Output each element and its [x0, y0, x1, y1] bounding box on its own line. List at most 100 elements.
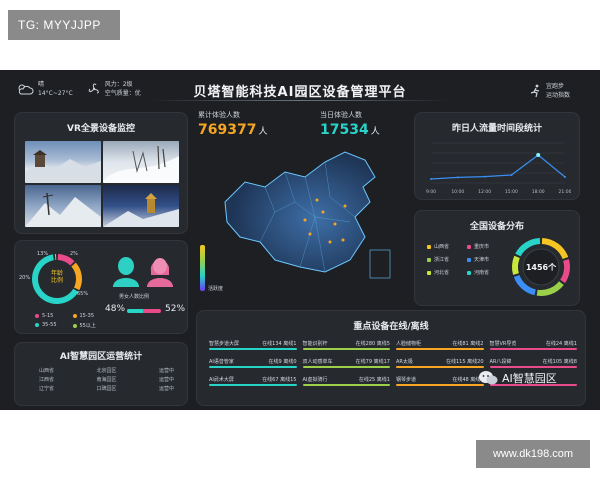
total-visitors-label: 累计体验人数 [198, 111, 240, 119]
wechat-account: AI智慧园区 [478, 370, 557, 386]
device-status-bar [302, 348, 390, 350]
device-name: 智慧VR导览 [489, 341, 517, 347]
activity-legend-label: 活跃度 [208, 286, 224, 292]
ops-panel: AI智慧园区运营统计 山西省 北京园区 运营中 江西省 南海园区 运营中 辽宁省 口碑园区… [14, 342, 188, 406]
legend-item: 山西省 [427, 243, 467, 250]
device-name: 双人动感单车 [302, 359, 333, 365]
device-name: AI虚拟骑行 [302, 377, 328, 383]
flow-data-point [536, 153, 541, 157]
device-status-item: AR太极 在线115 离线20 [396, 356, 484, 374]
activity-gradient-bar [200, 245, 205, 291]
device-status-item: 人脸储物柜 在线81 离线2 [396, 338, 484, 356]
table-row: 辽宁省 口碑园区 运营中 [39, 386, 174, 392]
male-ratio-fill [127, 309, 144, 313]
flow-data-point [483, 175, 486, 178]
x-tick-label: 9:00 [426, 189, 436, 195]
table-row: 江西省 南海园区 运营中 [39, 377, 174, 383]
x-tick-label: 18:00 [532, 189, 545, 195]
device-status-bar [396, 366, 484, 368]
flow-panel: 昨日人流量时间段统计 9:00 10:00 12:00 15:00 18:00 21:00 [414, 112, 580, 200]
device-status: 在线9 离线0 [268, 359, 297, 365]
total-visitors-value: 769377 人 [198, 122, 268, 138]
x-tick-label: 12:00 [478, 189, 491, 195]
device-status-bar [396, 348, 484, 350]
device-status: 在线81 离线2 [452, 341, 484, 347]
device-status-bar [209, 384, 297, 386]
device-status-item: 智慧VR导览 在线24 离线1 [489, 338, 577, 356]
flow-data-point [456, 176, 459, 179]
device-status-bar [209, 366, 297, 368]
vr-camera-feed[interactable] [103, 141, 179, 183]
device-status-item: 双人动感单车 在线79 离线17 [302, 356, 390, 374]
device-status: 在线79 离线17 [355, 359, 390, 365]
device-status-item: AI语音管家 在线9 离线0 [209, 356, 297, 374]
devices-panel-title: 重点设备在线/离线 [353, 322, 429, 332]
ops-panel-title: AI智慧园区运营统计 [59, 352, 143, 362]
age-pct-label: 20% [19, 275, 31, 281]
device-status-bar [302, 384, 390, 386]
age-center-label: 年龄 比例 [50, 270, 63, 284]
wechat-icon [479, 371, 498, 385]
age-legend-item: 5-15 [35, 313, 73, 319]
wechat-account-name: AI智慧园区 [502, 372, 557, 385]
sport-sublabel: 运动指数 [545, 92, 570, 99]
device-name: AI武术大屏 [209, 377, 234, 383]
device-status-bar [209, 348, 297, 350]
legend-item: 天津市 [467, 256, 507, 263]
device-name: AR八段锦 [489, 359, 512, 365]
vr-panel: VR全景设备监控 [14, 112, 188, 234]
device-name: AR太极 [396, 359, 413, 365]
device-status-bar [489, 348, 577, 350]
age-pct-label: 2% [70, 251, 78, 257]
flow-data-point [430, 178, 432, 180]
device-status-item: AI武术大屏 在线67 离线15 [209, 374, 297, 392]
device-status: 在线115 离线20 [446, 359, 484, 365]
distribution-legend: 山西省 重庆市 浙江省 天津市 河北省 河南省 [427, 243, 507, 276]
legend-item: 重庆市 [467, 243, 507, 250]
age-legend: 5-15 15-35 35-55 55以上 [35, 313, 110, 329]
female-avatar-icon [147, 258, 173, 287]
x-tick-label: 21:00 [559, 189, 571, 195]
device-status: 在线105 离线8 [542, 359, 577, 365]
device-name: 钢琴步道 [396, 377, 417, 383]
device-name: 智慧步道大屏 [209, 341, 240, 347]
device-status-bar [302, 366, 390, 368]
device-status-bar [489, 366, 577, 368]
distribution-panel-title: 全国设备分布 [469, 222, 524, 232]
age-pct-label: 65% [77, 291, 89, 297]
page-title: 贝塔智能科技AI园区设备管理平台 [193, 85, 407, 100]
x-tick-label: 10:00 [451, 189, 464, 195]
china-map [224, 151, 391, 279]
watermark-label: TG: MYYJJPP [8, 10, 120, 40]
flow-panel-title: 昨日人流量时间段统计 [451, 124, 542, 134]
activity-legend: 活跃度 [200, 245, 223, 292]
distribution-panel: 全国设备分布 山西省 重庆市 浙江省 天津市 河北省 河南省 1456个 [414, 210, 580, 306]
male-pct: 48% [105, 304, 126, 314]
vr-panel-title: VR全景设备监控 [67, 124, 135, 134]
table-row: 山西省 北京园区 运营中 [39, 368, 174, 374]
device-name: 智能识别杆 [302, 341, 328, 347]
device-status: 在线67 离线15 [262, 377, 297, 383]
device-name: AI语音管家 [209, 359, 234, 365]
site-url: www.dk198.com [476, 440, 590, 468]
flow-series-line [430, 154, 566, 180]
device-status: 在线280 离线5 [355, 341, 390, 347]
age-pct-label: 13% [37, 251, 49, 257]
sport-label: 宜跑步 [545, 83, 564, 90]
vr-camera-feed[interactable] [25, 185, 101, 227]
device-status-item: 智慧步道大屏 在线134 离线1 [209, 338, 297, 356]
female-pct: 52% [165, 304, 186, 314]
legend-item: 浙江省 [427, 256, 467, 263]
vr-camera-feed[interactable] [25, 141, 101, 183]
device-name: 人脸储物柜 [396, 341, 422, 347]
device-status-bar [396, 384, 484, 386]
device-status-item: 智能识别杆 在线280 离线5 [302, 338, 390, 356]
today-visitors-label: 当日体验人数 [320, 111, 362, 119]
vr-camera-feed[interactable] [103, 185, 179, 227]
x-tick-label: 15:00 [505, 189, 518, 195]
device-status: 在线25 离线1 [358, 377, 390, 383]
flow-data-point [510, 174, 513, 176]
ops-table: 山西省 北京园区 运营中 江西省 南海园区 运营中 辽宁省 口碑园区 运营中 [39, 367, 174, 394]
age-legend-item: 35-55 [35, 322, 73, 329]
sport-index: 宜跑步 运动指数 [530, 82, 570, 100]
